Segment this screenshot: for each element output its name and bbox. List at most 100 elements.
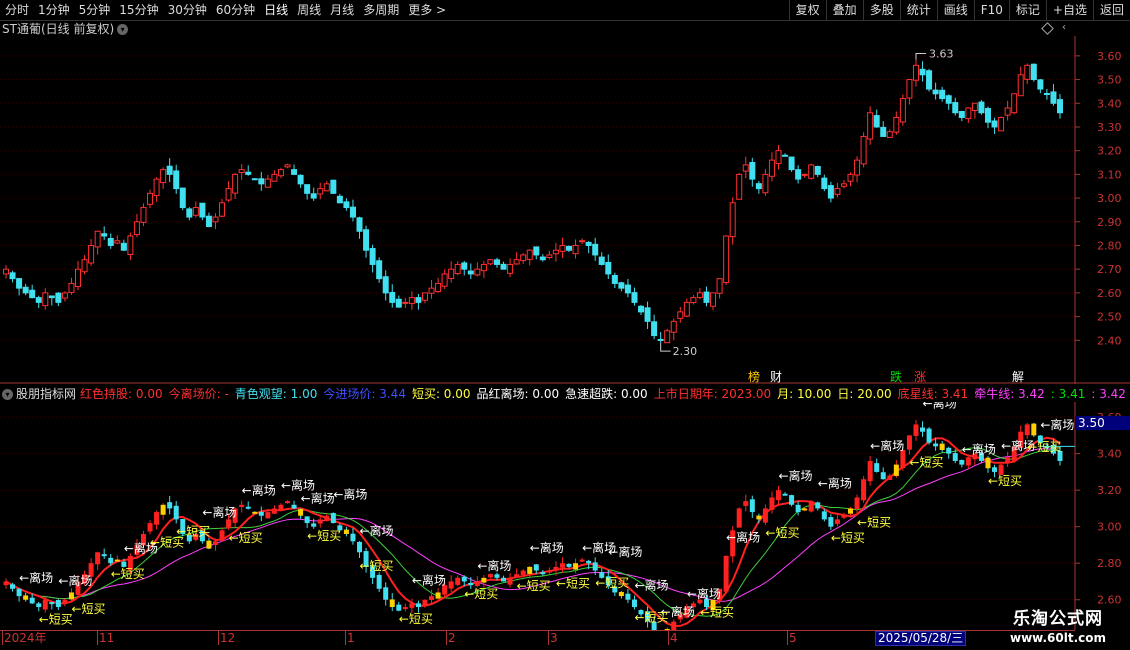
exit-signal: ←离场 [412,573,446,588]
indicator-value: 急速超跌: 0.00 [565,387,648,401]
candle-body [277,169,284,177]
indicator-value: 短买: 0.00 [411,387,471,401]
candle-body [507,263,514,274]
candle-body [755,183,762,190]
candle-body [762,173,769,194]
indicator-header: ▾ 股朋指标网 红色持股: 0.00 今离场价: - 青色观望: 1.00 今进场价: 3… [2,386,1130,402]
indicator-candle [566,563,572,567]
candle-body [160,169,167,184]
function-button[interactable]: F10 [973,0,1009,20]
period-tab[interactable]: 15分钟 [114,0,162,20]
indicator-candle [946,447,952,454]
event-tag[interactable]: 涨 [914,369,926,384]
candle-body [605,261,612,275]
event-tag[interactable]: 财 [770,370,782,384]
indicator-candle [848,508,854,514]
event-tag[interactable]: 跌 [890,369,902,384]
time-axis-label: 5 [789,631,797,645]
candle-body [539,256,546,261]
site-watermark: 乐淘公式网 www.60lt.com [986,608,1130,650]
candle-body [16,278,23,289]
function-button[interactable]: 复权 [788,0,826,20]
period-tab[interactable]: 周线 [292,0,325,20]
function-button[interactable]: 返回 [1092,0,1130,20]
candlestick-chart[interactable]: 3.60 3.50 3.40 3.30 3.20 3.10 3.00 2.90 2.80 2.70… [0,36,1130,384]
function-button[interactable]: 统计 [899,0,937,20]
function-button[interactable]: 画线 [936,0,974,20]
candle-body [886,131,893,138]
exit-signal: ←离场 [530,540,564,555]
time-axis-label: 4 [670,631,678,645]
indicator-candle [95,552,101,565]
candle-body [579,240,586,243]
indicator-candle [23,595,29,600]
function-button[interactable]: 标记 [1008,0,1046,20]
indicator-candle [389,599,395,608]
indicator-candle [3,581,9,586]
period-tab[interactable]: 30分钟 [163,0,211,20]
period-tab[interactable]: 60分钟 [211,0,259,20]
chevron-left-icon[interactable]: ‹ [1058,21,1070,35]
candle-body [186,208,193,218]
candle-body [55,292,62,303]
candle-body [795,169,802,180]
candle-body [487,259,494,265]
exit-signal: ←离场 [962,441,996,456]
candle-body [428,287,435,294]
exit-signal: ←离场 [608,544,642,559]
indicator-candle [10,584,16,589]
indicator-candle [448,581,454,589]
period-tab[interactable]: 多周期 [358,0,403,20]
candle-body [179,187,186,209]
candle-body [1057,99,1063,114]
price-tick-label: 2.90 [1097,216,1122,229]
candle-body [788,156,795,171]
candle-body [710,292,717,307]
indicator-candle [285,501,291,504]
candle-body [120,242,127,251]
indicator-candle [723,555,729,592]
price-tick-label: 3.50 [1097,74,1122,87]
candle-body [22,286,29,294]
event-tag[interactable]: 解 [1012,370,1024,384]
period-tab[interactable]: 5分钟 [74,0,115,20]
indicator-chart[interactable]: 3.603.403.203.002.802.60←离场←离场←离场←离场←离场←… [0,402,1130,630]
exit-signal: ←离场 [687,586,721,601]
buy-signal: ←短买 [464,587,498,601]
period-tab[interactable]: 1分钟 [33,0,74,20]
indicator-candle [239,504,245,507]
buy-signal: ←短买 [634,610,668,624]
period-tab[interactable]: 月线 [325,0,358,20]
period-tab[interactable]: 分时 [0,0,33,20]
indicator-candle [893,464,899,476]
time-axis-label: 3 [550,631,558,645]
indicator-candle [350,533,356,542]
candle-body [958,111,965,118]
buy-signal: ←短买 [176,524,210,538]
period-tab[interactable]: 更多 > [403,0,450,20]
indicator-name[interactable]: 股朋指标网 [16,387,76,401]
period-tab[interactable]: 日线 [259,0,292,20]
candle-body [291,169,298,175]
candle-body [696,292,703,298]
time-axis-tick [218,631,219,645]
function-button[interactable]: 多股 [862,0,900,20]
function-button[interactable]: +自选 [1045,0,1093,20]
buy-signal: ←短买 [556,577,590,591]
function-button[interactable]: 叠加 [825,0,863,20]
chevron-down-icon[interactable]: ▾ [2,389,13,400]
candle-body [912,64,919,81]
indicator-value: 牵牛线: 3.42 [974,387,1045,401]
candle-body [205,215,212,228]
diamond-icon[interactable] [1041,22,1054,35]
indicator-candle [1031,423,1037,436]
low-marker [660,343,671,352]
indicator-candle [455,577,461,585]
main-chart-title[interactable]: ST通葡(日线 前复权) ▾ [2,21,129,37]
event-tag[interactable]: 榜 [748,369,760,384]
indicator-value: 红色持股: 0.00 [80,387,163,401]
indicator-candle [357,541,363,553]
indicator-candle [62,599,68,604]
chevron-down-icon[interactable]: ▾ [117,24,129,35]
candle-body [297,174,304,185]
